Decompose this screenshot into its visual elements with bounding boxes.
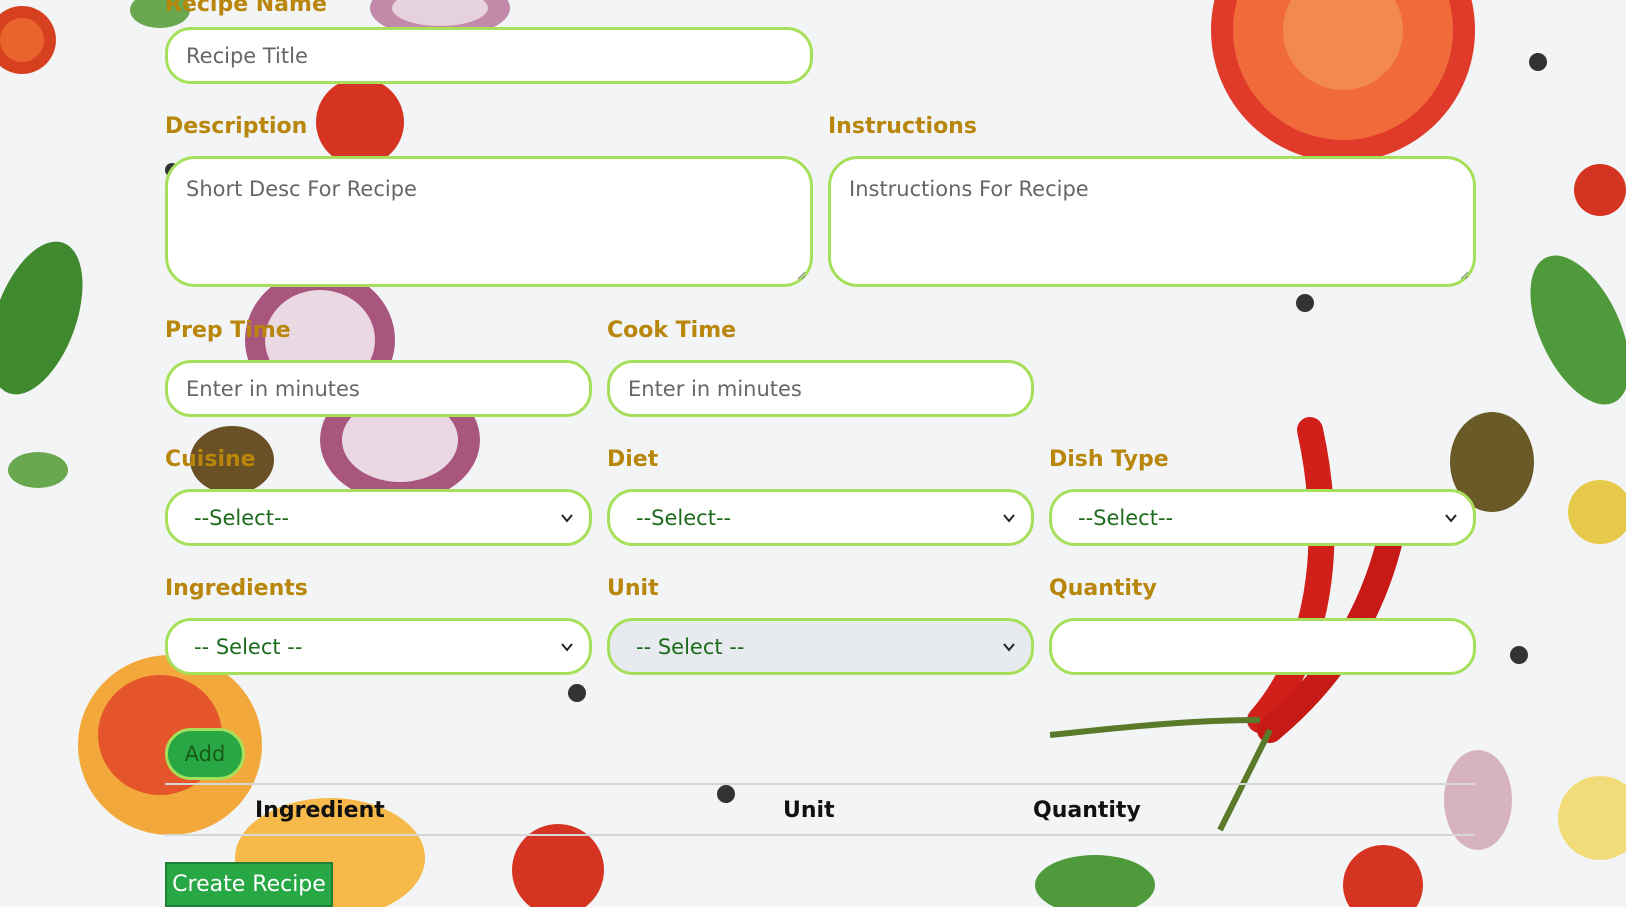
ingredients-select[interactable]: -- Select --	[165, 618, 592, 675]
resize-handle-icon[interactable]	[796, 270, 806, 280]
chevron-down-icon	[1445, 513, 1457, 523]
cuisine-selected-value: --Select--	[194, 505, 290, 530]
recipe-name-label: Recipe Name	[165, 0, 327, 17]
description-placeholder: Short Desc For Recipe	[186, 177, 417, 201]
quantity-input[interactable]	[1049, 618, 1476, 675]
diet-label: Diet	[607, 447, 659, 472]
cook-time-input[interactable]: Enter in minutes	[607, 360, 1034, 417]
cuisine-select[interactable]: --Select--	[165, 489, 592, 546]
table-top-border	[165, 783, 1475, 785]
dish-type-selected-value: --Select--	[1078, 505, 1174, 530]
recipe-form: Recipe Name Recipe Title Description Sho…	[0, 0, 1626, 907]
unit-select[interactable]: -- Select --	[607, 618, 1034, 675]
chevron-down-icon	[561, 642, 573, 652]
ingredients-label: Ingredients	[165, 576, 308, 601]
diet-select[interactable]: --Select--	[607, 489, 1034, 546]
recipe-title-placeholder: Recipe Title	[186, 43, 308, 68]
description-label: Description	[165, 114, 308, 139]
dish-type-label: Dish Type	[1049, 447, 1169, 472]
unit-selected-value: -- Select --	[636, 634, 745, 659]
prep-time-label: Prep Time	[165, 318, 291, 343]
table-header-quantity: Quantity	[1033, 798, 1141, 823]
unit-label: Unit	[607, 576, 659, 601]
chevron-down-icon	[561, 513, 573, 523]
table-header-unit: Unit	[783, 798, 835, 823]
diet-selected-value: --Select--	[636, 505, 732, 530]
prep-time-input[interactable]: Enter in minutes	[165, 360, 592, 417]
cook-time-placeholder: Enter in minutes	[628, 376, 802, 401]
prep-time-placeholder: Enter in minutes	[186, 376, 360, 401]
ingredients-selected-value: -- Select --	[194, 634, 303, 659]
table-header-border	[165, 834, 1475, 836]
create-recipe-button[interactable]: Create Recipe	[165, 862, 333, 907]
recipe-title-input[interactable]: Recipe Title	[165, 27, 813, 84]
cuisine-label: Cuisine	[165, 447, 256, 472]
instructions-textarea[interactable]: Instructions For Recipe	[828, 156, 1476, 287]
dish-type-select[interactable]: --Select--	[1049, 489, 1476, 546]
chevron-down-icon	[1003, 642, 1015, 652]
add-ingredient-button[interactable]: Add	[165, 728, 245, 780]
resize-handle-icon[interactable]	[1459, 270, 1469, 280]
description-textarea[interactable]: Short Desc For Recipe	[165, 156, 813, 287]
table-header-ingredient: Ingredient	[255, 798, 385, 823]
instructions-label: Instructions	[828, 114, 977, 139]
cook-time-label: Cook Time	[607, 318, 737, 343]
instructions-placeholder: Instructions For Recipe	[849, 177, 1089, 201]
chevron-down-icon	[1003, 513, 1015, 523]
quantity-label: Quantity	[1049, 576, 1157, 601]
